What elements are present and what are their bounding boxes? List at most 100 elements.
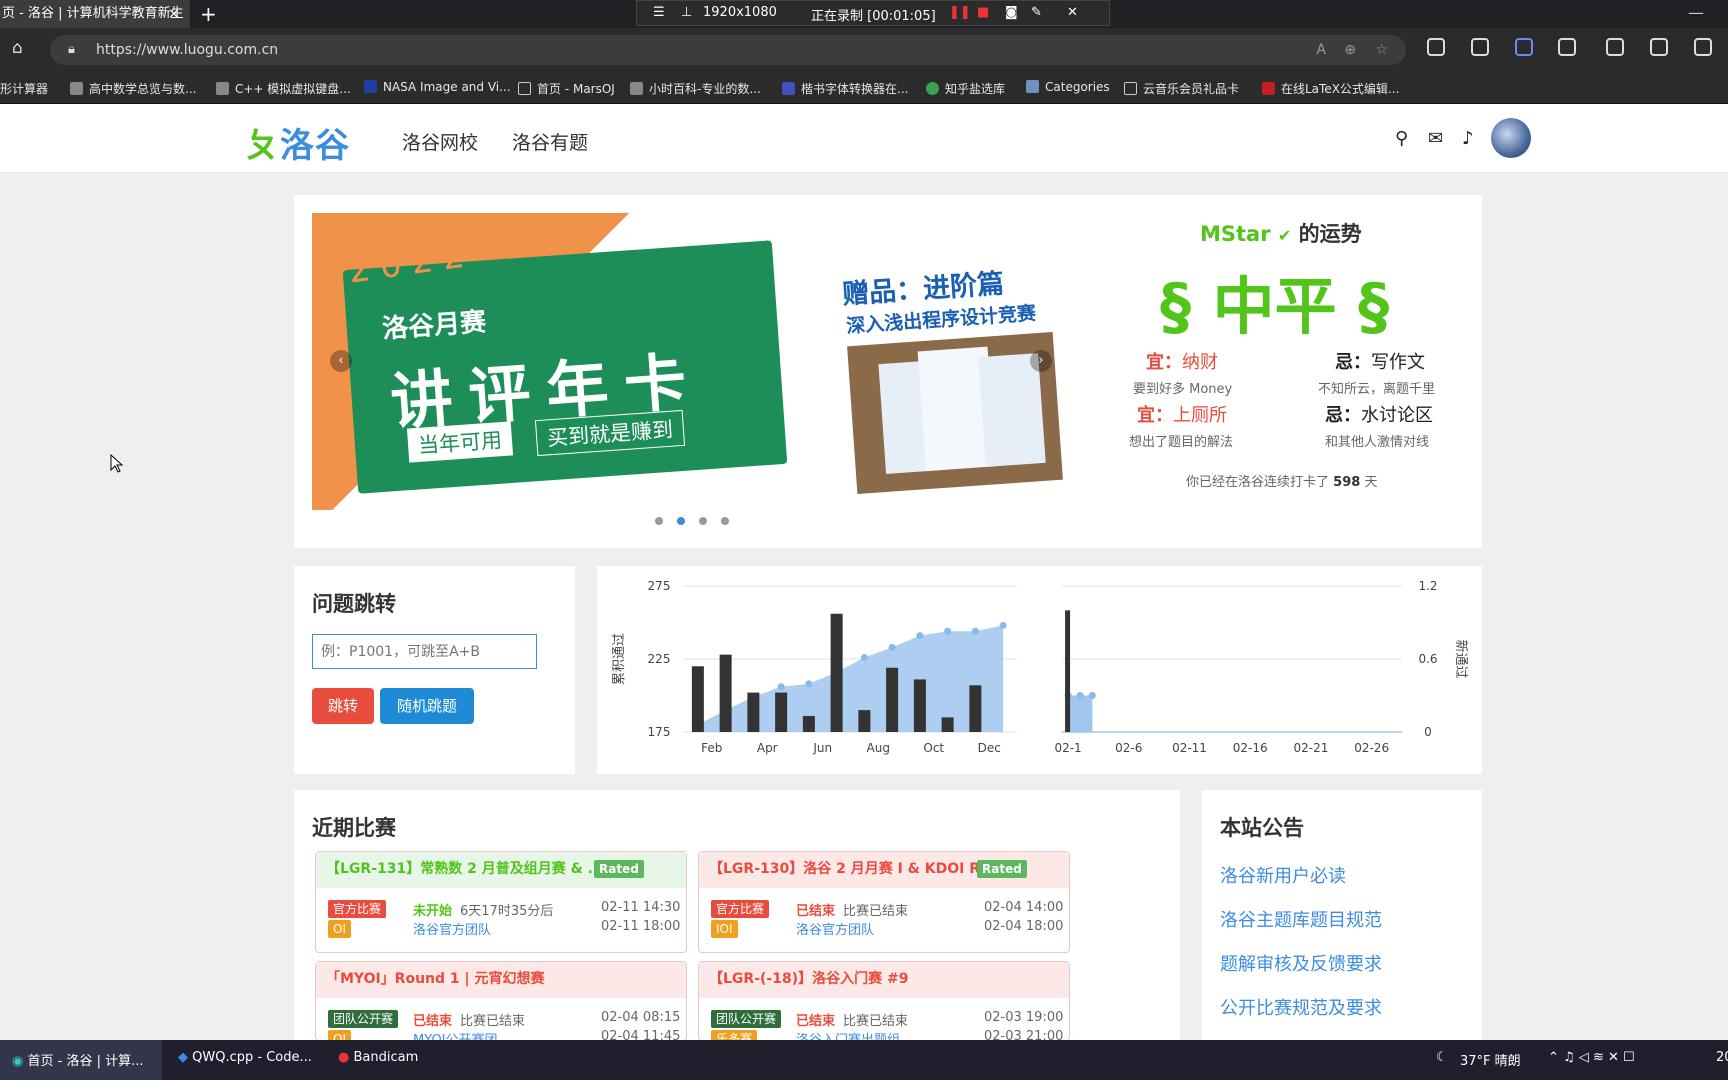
weather-icon[interactable]: ☾ [1436,1050,1448,1065]
pen-icon[interactable]: ✎ [1031,5,1042,20]
browser-tab[interactable]: 页 - 洛谷 | 计算机科学教育新生 [0,0,190,28]
x-tick-label: Dec [978,741,1001,755]
bookmark[interactable]: 首页 - MarsOJ [518,80,615,97]
contest-organizer[interactable]: 洛谷官方团队 [796,919,874,938]
banner-carousel[interactable]: 2022 洛谷月赛 讲评年卡 当年可用 买到就是赚到 赠品：进阶篇 深入浅出程序… [312,213,1072,510]
mail-icon[interactable]: ✉ [1428,128,1443,149]
minimize-icon[interactable]: — [1688,3,1704,22]
cumulative-point [888,643,896,651]
camera-icon[interactable]: ◙ [1005,5,1018,20]
problem-id-input[interactable] [312,634,537,669]
announcement-link[interactable]: 洛谷主题库题目规范 [1220,906,1382,932]
avatar[interactable] [1491,118,1531,158]
menu-icon[interactable]: ☰ [653,5,665,20]
edge-icon: ◉ [12,1054,24,1069]
nav-school[interactable]: 洛谷网校 [402,128,478,155]
recorder-resolution: 1920x1080 [703,5,777,20]
edge-icon[interactable] [1650,38,1668,56]
contest-card[interactable]: 【LGR-130】洛谷 2 月月赛 I & KDOI R... Rated 官方比赛… [698,851,1070,953]
carousel-dot[interactable] [655,517,663,525]
bookmark[interactable]: Categories [1026,80,1110,94]
announcement-link[interactable]: 公开比赛规范及要求 [1220,994,1382,1020]
speaker-icon[interactable] [1515,38,1533,56]
contest-name[interactable]: 「MYOI」Round 1 | 元宵幻想赛 [316,962,686,998]
new-tab-button[interactable]: + [200,0,217,28]
tab-close-icon[interactable]: × [168,0,180,28]
extension-icon[interactable] [1471,38,1489,56]
tray-icons[interactable]: ⌃ ♫ ◁ ≋ ✕ ☐ [1548,1050,1635,1065]
pin-icon[interactable]: ⊥ [681,5,692,20]
jump-button[interactable]: 跳转 [312,688,374,724]
read-aloud-icon[interactable]: A [1316,35,1326,65]
contest-state: 已结束 [796,904,836,919]
puzzle-icon[interactable] [1558,38,1576,56]
cumulative-point [999,621,1007,629]
close-icon[interactable]: ✕ [1067,5,1078,20]
tab-title: 页 - 洛谷 | 计算机科学教育新生 [2,6,184,21]
cumulative-point [916,632,924,640]
clock[interactable]: 20 [1716,1050,1728,1065]
taskbar-bandicam[interactable]: ● Bandicam [338,1050,418,1065]
bookmark[interactable]: 小时百科-专业的数... [630,80,761,97]
address-bar-row: ⌂ 🔒︎ https://www.luogu.com.cn A ⊕ ☆ [0,28,1728,72]
fortune-good-2: 宜：上厕所 [1137,405,1227,426]
carousel-prev-icon[interactable]: ‹ [330,350,352,372]
bookmark[interactable]: 云音乐会员礼品卡 [1124,80,1239,97]
search-icon[interactable]: ⚲ [1395,128,1408,149]
announcement-link[interactable]: 题解审核及反馈要求 [1220,950,1382,976]
contest-name[interactable]: 【LGR-(-18)】洛谷入门赛 #9 [699,962,1069,998]
carousel-dot[interactable] [721,517,729,525]
bookmark[interactable]: 形计算器 [0,80,48,97]
favorite-icon[interactable]: ☆ [1375,35,1388,65]
bookmark[interactable]: 高中数学总览与数... [70,80,196,97]
weather-text[interactable]: 37°F 晴朗 [1460,1050,1521,1069]
extension-icon[interactable] [1427,38,1445,56]
bookmark[interactable]: 在线LaTeX公式编辑... [1262,80,1399,97]
bell-icon[interactable]: ♪ [1462,128,1474,149]
contest-card[interactable]: 「MYOI」Round 1 | 元宵幻想赛团队公开赛OI已结束比赛已结束MYOI… [315,961,687,1048]
contest-card[interactable]: 【LGR-131】常熟数 2 月普及组月赛 & ... Rated 官方比赛 OI 未开… [315,851,687,953]
bookmark[interactable]: NASA Image and Vi... [364,80,511,94]
settings-icon[interactable] [1694,38,1712,56]
contest-end: 02-04 18:00 [984,919,1064,934]
bar [830,613,843,732]
taskbar: ◉ 首页 - 洛谷 | 计算... ◆ QWQ.cpp - Code... ● … [0,1040,1728,1080]
fortune-bad-2: 忌：水讨论区 [1325,405,1433,426]
cumulative-area [697,625,1004,732]
jump-title: 问题跳转 [312,592,396,616]
cumulative-point [805,680,813,688]
nav-problems[interactable]: 洛谷有题 [512,128,588,155]
carousel-next-icon[interactable]: › [1030,350,1052,372]
random-jump-button[interactable]: 随机跳题 [380,688,474,724]
announcement-link[interactable]: 洛谷新用户必读 [1220,862,1346,888]
stop-icon[interactable]: ■ [977,5,989,20]
luogu-logo[interactable]: ㄆ洛谷 [245,118,350,167]
lock-icon[interactable]: 🔒︎ [68,35,75,65]
bookmark[interactable]: C++ 模拟虚拟键盘... [216,80,351,97]
collections-icon[interactable] [1606,38,1624,56]
username[interactable]: MStar [1200,222,1271,246]
carousel-dot-active[interactable] [677,517,685,525]
contest-detail: 比赛已结束 [843,904,909,919]
bar [719,654,732,732]
carousel-dot[interactable] [699,517,707,525]
contest-card[interactable]: 【LGR-(-18)】洛谷入门赛 #9团队公开赛乐多赛已结束比赛已结束洛谷入门赛… [698,961,1070,1048]
taskbar-vscode[interactable]: ◆ QWQ.cpp - Code... [178,1050,312,1065]
bookmark[interactable]: 楷书字体转换器在... [782,80,908,97]
bar [941,717,954,732]
home-icon[interactable]: ⌂ [12,38,23,58]
contest-state: 未开始 [413,904,453,919]
contest-organizer[interactable]: 洛谷官方团队 [413,919,491,938]
pause-icon[interactable]: ❚❚ [949,5,971,20]
x-tick-label: 02-1 [1054,741,1081,755]
taskbar-edge[interactable]: ◉ 首页 - 洛谷 | 计算... [12,1050,143,1069]
address-bar[interactable]: 🔒︎ https://www.luogu.com.cn A ⊕ ☆ [50,35,1406,65]
y-tick-label: 1.2 [1418,579,1437,593]
zoom-icon[interactable]: ⊕ [1344,35,1356,65]
y-tick-label: 225 [648,652,671,666]
bookmark[interactable]: 知乎盐选库 [926,80,1005,97]
fortune-good-1: 宜：纳财 [1146,352,1218,373]
contest-type-badge: 官方比赛 [711,900,770,918]
x-tick-label: 02-11 [1172,741,1207,755]
x-tick-label: 02-6 [1115,741,1142,755]
